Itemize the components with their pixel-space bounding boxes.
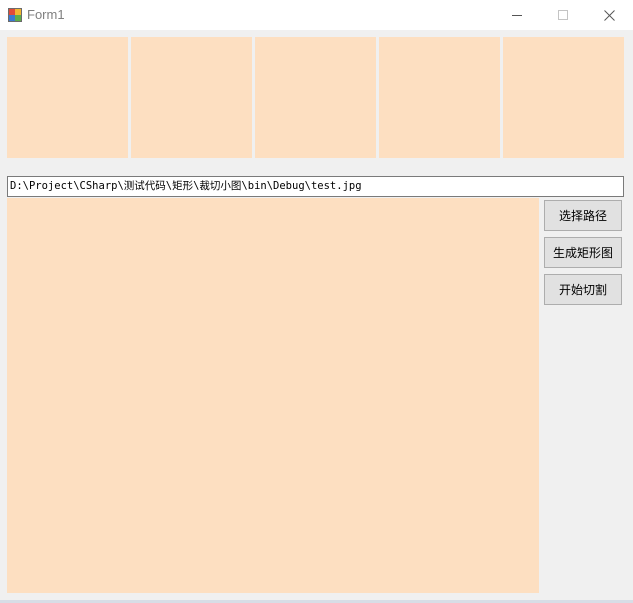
start-cut-button[interactable]: 开始切割 [544,274,622,305]
maximize-icon [558,10,568,20]
generate-rect-button[interactable]: 生成矩形图 [544,237,622,268]
image-preview-panel [7,198,539,593]
window-title: Form1 [27,7,65,22]
thumbnail-4 [379,37,500,158]
minimize-button[interactable] [494,0,540,30]
path-input[interactable]: D:\Project\CSharp\测试代码\矩形\裁切小图\bin\Debug… [7,176,624,197]
app-window: Form1 D:\Project\CSharp\测试代码\矩形\裁切小图\bin… [0,0,633,603]
close-icon [603,9,615,21]
thumbnail-3 [255,37,376,158]
app-icon [8,8,22,22]
select-path-button[interactable]: 选择路径 [544,200,622,231]
thumbnail-1 [7,37,128,158]
thumbnail-2 [131,37,252,158]
minimize-icon [512,15,522,16]
close-button[interactable] [586,0,632,30]
title-bar[interactable]: Form1 [0,0,633,30]
maximize-button[interactable] [540,0,586,30]
thumbnail-5 [503,37,624,158]
